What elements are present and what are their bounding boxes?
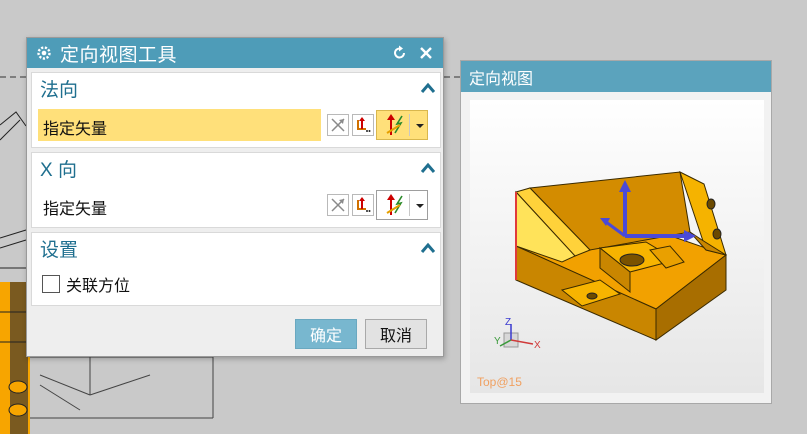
normal-section-header[interactable]: 法向 (32, 73, 440, 103)
normal-section: 法向 指定矢量 (31, 72, 441, 148)
reset-icon[interactable] (391, 44, 409, 62)
dialog-titlebar[interactable]: 定向视图工具 (27, 38, 443, 68)
reverse-direction-button[interactable] (327, 194, 349, 216)
view-triad-icon: Z X Y (494, 317, 541, 351)
collapse-chevron-icon[interactable] (420, 160, 436, 176)
reverse-direction-icon (331, 198, 345, 212)
dropdown-arrow-icon (416, 124, 424, 128)
preview-title: 定向视图 (461, 61, 771, 92)
orient-view-preview-panel: 定向视图 Z X Y Top@15 (460, 60, 772, 404)
gear-icon (37, 46, 51, 60)
inferred-vector-icon (386, 194, 403, 215)
ok-button[interactable]: 确定 (295, 319, 357, 349)
vector-dialog-button[interactable] (352, 114, 374, 136)
associative-orientation-label: 关联方位 (66, 278, 131, 295)
vector-type-dropdown[interactable] (376, 110, 428, 140)
settings-section-title: 设置 (40, 239, 79, 261)
settings-section-header[interactable]: 设置 (32, 233, 440, 263)
x-direction-vector-label: 指定矢量 (43, 201, 108, 218)
x-direction-vector-row[interactable]: 指定矢量 (38, 189, 438, 221)
vector-dialog-icon (357, 117, 371, 132)
x-direction-section-header[interactable]: X 向 (32, 153, 440, 183)
associative-orientation-checkbox[interactable] (42, 275, 60, 293)
cancel-button[interactable]: 取消 (365, 319, 427, 349)
svg-text:Y: Y (494, 336, 501, 347)
dropdown-arrow-icon (416, 204, 424, 208)
collapse-chevron-icon[interactable] (420, 80, 436, 96)
reverse-direction-icon (331, 118, 345, 132)
x-direction-section-title: X 向 (40, 159, 77, 181)
svg-text:Z: Z (505, 317, 511, 328)
part-model: Z X Y (494, 171, 728, 351)
preview-viewport[interactable]: Z X Y Top@15 (470, 100, 764, 393)
dialog-title: 定向视图工具 (60, 44, 178, 66)
vector-dialog-button[interactable] (352, 194, 374, 216)
vector-type-dropdown[interactable] (376, 190, 428, 220)
inferred-vector-icon (386, 114, 403, 135)
close-icon[interactable] (417, 44, 435, 62)
associative-orientation-option[interactable]: 关联方位 (42, 273, 130, 295)
svg-text:X: X (534, 340, 541, 351)
orient-view-tool-dialog: 定向视图工具 法向 指定矢量 X 向 指定矢量 设置 关联方位 确定 取消 (26, 37, 444, 357)
settings-section: 设置 关联方位 (31, 232, 441, 306)
vector-dialog-icon (357, 197, 371, 212)
view-name-label: Top@15 (477, 375, 522, 389)
collapse-chevron-icon[interactable] (420, 240, 436, 256)
normal-section-title: 法向 (40, 79, 79, 101)
normal-vector-label: 指定矢量 (43, 121, 108, 138)
reverse-direction-button[interactable] (327, 114, 349, 136)
x-direction-section: X 向 指定矢量 (31, 152, 441, 228)
normal-vector-row[interactable]: 指定矢量 (38, 109, 438, 141)
